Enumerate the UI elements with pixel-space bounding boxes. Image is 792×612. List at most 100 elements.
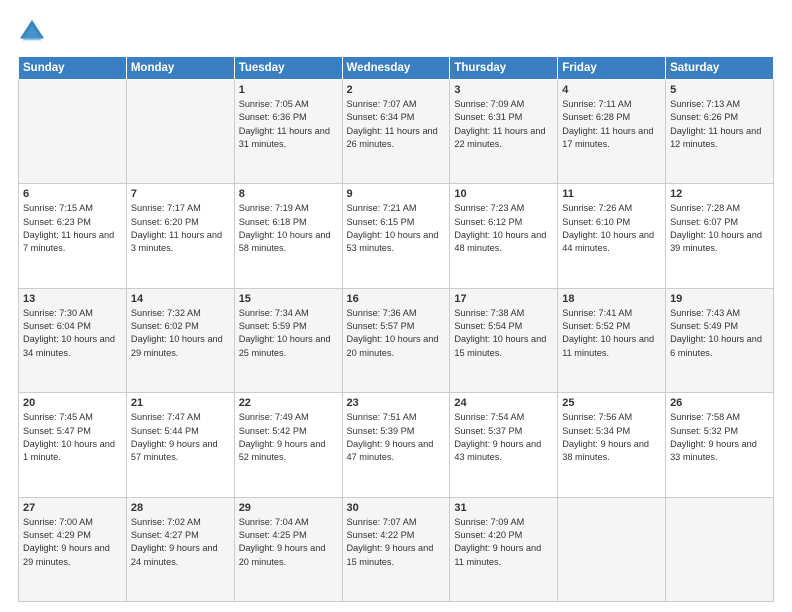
calendar-week-row: 1 Sunrise: 7:05 AM Sunset: 6:36 PM Daylig… xyxy=(19,80,774,184)
calendar-cell: 10 Sunrise: 7:23 AM Sunset: 6:12 PM Dayli… xyxy=(450,184,558,288)
calendar-week-row: 27 Sunrise: 7:00 AM Sunset: 4:29 PM Dayli… xyxy=(19,497,774,601)
calendar-week-row: 6 Sunrise: 7:15 AM Sunset: 6:23 PM Daylig… xyxy=(19,184,774,288)
cell-day-number: 18 xyxy=(562,293,661,305)
cell-info: Sunrise: 7:49 AM Sunset: 5:42 PM Dayligh… xyxy=(239,411,338,464)
cell-day-number: 28 xyxy=(131,502,230,514)
calendar-cell: 18Sunrise: 7:41 AM Sunset: 5:52 PM Dayli… xyxy=(558,288,666,392)
cell-info: Sunrise: 7:32 AM Sunset: 6:02 PM Dayligh… xyxy=(131,307,230,360)
cell-info: Sunrise: 7:21 AM Sunset: 6:15 PM Dayligh… xyxy=(347,202,446,255)
calendar-cell: 22 Sunrise: 7:49 AM Sunset: 5:42 PM Dayli… xyxy=(234,393,342,497)
cell-day-number: 6 xyxy=(23,188,122,200)
cell-day-number: 1 xyxy=(239,84,338,96)
cell-info: Sunrise: 7:51 AM Sunset: 5:39 PM Dayligh… xyxy=(347,411,446,464)
calendar-cell xyxy=(558,497,666,601)
calendar-cell xyxy=(19,80,127,184)
cell-day-number: 29 xyxy=(239,502,338,514)
cell-day-number: 12 xyxy=(670,188,769,200)
cell-day-number: 24 xyxy=(454,397,553,409)
calendar-cell: 15 Sunrise: 7:34 AM Sunset: 5:59 PM Dayli… xyxy=(234,288,342,392)
calendar-cell: 6 Sunrise: 7:15 AM Sunset: 6:23 PM Daylig… xyxy=(19,184,127,288)
cell-info: Sunrise: 7:26 AM Sunset: 6:10 PM Dayligh… xyxy=(562,202,661,255)
cell-info: Sunrise: 7:04 AM Sunset: 4:25 PM Dayligh… xyxy=(239,516,338,569)
cell-info: Sunrise: 7:17 AM Sunset: 6:20 PM Dayligh… xyxy=(131,202,230,255)
calendar-cell: 11Sunrise: 7:26 AM Sunset: 6:10 PM Dayli… xyxy=(558,184,666,288)
weekday-header-friday: Friday xyxy=(558,57,666,80)
calendar-cell: 2 Sunrise: 7:07 AM Sunset: 6:34 PM Daylig… xyxy=(342,80,450,184)
calendar-week-row: 13 Sunrise: 7:30 AM Sunset: 6:04 PM Dayli… xyxy=(19,288,774,392)
calendar-cell: 5Sunrise: 7:13 AM Sunset: 6:26 PM Daylig… xyxy=(666,80,774,184)
cell-day-number: 3 xyxy=(454,84,553,96)
weekday-header-row: SundayMondayTuesdayWednesdayThursdayFrid… xyxy=(19,57,774,80)
cell-day-number: 20 xyxy=(23,397,122,409)
calendar-cell: 12 Sunrise: 7:28 AM Sunset: 6:07 PM Dayli… xyxy=(666,184,774,288)
cell-day-number: 8 xyxy=(239,188,338,200)
cell-day-number: 17 xyxy=(454,293,553,305)
calendar-cell: 30 Sunrise: 7:07 AM Sunset: 4:22 PM Dayli… xyxy=(342,497,450,601)
calendar-cell: 16 Sunrise: 7:36 AM Sunset: 5:57 PM Dayli… xyxy=(342,288,450,392)
cell-day-number: 25 xyxy=(562,397,661,409)
cell-day-number: 9 xyxy=(347,188,446,200)
cell-day-number: 30 xyxy=(347,502,446,514)
cell-info: Sunrise: 7:54 AM Sunset: 5:37 PM Dayligh… xyxy=(454,411,553,464)
cell-info: Sunrise: 7:56 AM Sunset: 5:34 PM Dayligh… xyxy=(562,411,661,464)
calendar-cell: 7 Sunrise: 7:17 AM Sunset: 6:20 PM Daylig… xyxy=(126,184,234,288)
cell-info: Sunrise: 7:09 AM Sunset: 4:20 PM Dayligh… xyxy=(454,516,553,569)
calendar-cell: 26 Sunrise: 7:58 AM Sunset: 5:32 PM Dayli… xyxy=(666,393,774,497)
page: SundayMondayTuesdayWednesdayThursdayFrid… xyxy=(0,0,792,612)
cell-info: Sunrise: 7:45 AM Sunset: 5:47 PM Dayligh… xyxy=(23,411,122,464)
cell-info: Sunrise: 7:11 AM Sunset: 6:28 PM Dayligh… xyxy=(562,98,661,151)
calendar-cell: 31 Sunrise: 7:09 AM Sunset: 4:20 PM Dayli… xyxy=(450,497,558,601)
calendar-cell: 29 Sunrise: 7:04 AM Sunset: 4:25 PM Dayli… xyxy=(234,497,342,601)
calendar-week-row: 20 Sunrise: 7:45 AM Sunset: 5:47 PM Dayli… xyxy=(19,393,774,497)
calendar-cell: 27 Sunrise: 7:00 AM Sunset: 4:29 PM Dayli… xyxy=(19,497,127,601)
calendar-cell: 21 Sunrise: 7:47 AM Sunset: 5:44 PM Dayli… xyxy=(126,393,234,497)
cell-day-number: 15 xyxy=(239,293,338,305)
cell-day-number: 16 xyxy=(347,293,446,305)
cell-info: Sunrise: 7:00 AM Sunset: 4:29 PM Dayligh… xyxy=(23,516,122,569)
weekday-header-sunday: Sunday xyxy=(19,57,127,80)
cell-info: Sunrise: 7:43 AM Sunset: 5:49 PM Dayligh… xyxy=(670,307,769,360)
cell-info: Sunrise: 7:23 AM Sunset: 6:12 PM Dayligh… xyxy=(454,202,553,255)
cell-info: Sunrise: 7:15 AM Sunset: 6:23 PM Dayligh… xyxy=(23,202,122,255)
weekday-header-monday: Monday xyxy=(126,57,234,80)
calendar-cell: 8Sunrise: 7:19 AM Sunset: 6:18 PM Daylig… xyxy=(234,184,342,288)
cell-info: Sunrise: 7:28 AM Sunset: 6:07 PM Dayligh… xyxy=(670,202,769,255)
cell-day-number: 13 xyxy=(23,293,122,305)
cell-day-number: 4 xyxy=(562,84,661,96)
weekday-header-thursday: Thursday xyxy=(450,57,558,80)
cell-day-number: 2 xyxy=(347,84,446,96)
weekday-header-tuesday: Tuesday xyxy=(234,57,342,80)
cell-day-number: 14 xyxy=(131,293,230,305)
calendar-cell: 4 Sunrise: 7:11 AM Sunset: 6:28 PM Daylig… xyxy=(558,80,666,184)
cell-info: Sunrise: 7:07 AM Sunset: 4:22 PM Dayligh… xyxy=(347,516,446,569)
cell-info: Sunrise: 7:34 AM Sunset: 5:59 PM Dayligh… xyxy=(239,307,338,360)
cell-info: Sunrise: 7:02 AM Sunset: 4:27 PM Dayligh… xyxy=(131,516,230,569)
calendar-cell xyxy=(666,497,774,601)
cell-day-number: 22 xyxy=(239,397,338,409)
cell-day-number: 26 xyxy=(670,397,769,409)
calendar-cell: 24 Sunrise: 7:54 AM Sunset: 5:37 PM Dayli… xyxy=(450,393,558,497)
cell-day-number: 19 xyxy=(670,293,769,305)
calendar-cell: 17 Sunrise: 7:38 AM Sunset: 5:54 PM Dayli… xyxy=(450,288,558,392)
logo xyxy=(18,18,50,46)
cell-info: Sunrise: 7:30 AM Sunset: 6:04 PM Dayligh… xyxy=(23,307,122,360)
cell-day-number: 23 xyxy=(347,397,446,409)
cell-info: Sunrise: 7:58 AM Sunset: 5:32 PM Dayligh… xyxy=(670,411,769,464)
calendar-cell: 20 Sunrise: 7:45 AM Sunset: 5:47 PM Dayli… xyxy=(19,393,127,497)
cell-day-number: 10 xyxy=(454,188,553,200)
cell-day-number: 5 xyxy=(670,84,769,96)
cell-info: Sunrise: 7:47 AM Sunset: 5:44 PM Dayligh… xyxy=(131,411,230,464)
cell-day-number: 27 xyxy=(23,502,122,514)
cell-info: Sunrise: 7:36 AM Sunset: 5:57 PM Dayligh… xyxy=(347,307,446,360)
cell-info: Sunrise: 7:38 AM Sunset: 5:54 PM Dayligh… xyxy=(454,307,553,360)
calendar-cell: 23 Sunrise: 7:51 AM Sunset: 5:39 PM Dayli… xyxy=(342,393,450,497)
cell-day-number: 31 xyxy=(454,502,553,514)
calendar-cell: 19 Sunrise: 7:43 AM Sunset: 5:49 PM Dayli… xyxy=(666,288,774,392)
calendar-cell xyxy=(126,80,234,184)
logo-icon xyxy=(18,18,46,46)
calendar-cell: 14 Sunrise: 7:32 AM Sunset: 6:02 PM Dayli… xyxy=(126,288,234,392)
cell-info: Sunrise: 7:07 AM Sunset: 6:34 PM Dayligh… xyxy=(347,98,446,151)
cell-day-number: 7 xyxy=(131,188,230,200)
cell-info: Sunrise: 7:05 AM Sunset: 6:36 PM Dayligh… xyxy=(239,98,338,151)
cell-day-number: 21 xyxy=(131,397,230,409)
